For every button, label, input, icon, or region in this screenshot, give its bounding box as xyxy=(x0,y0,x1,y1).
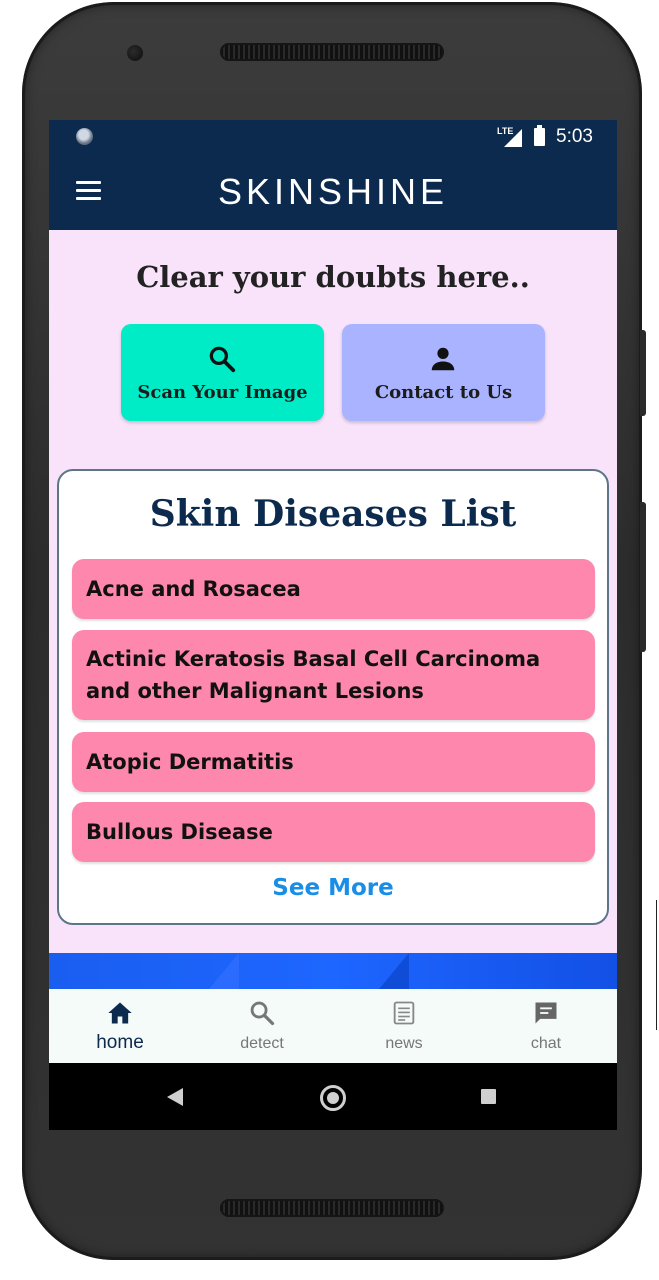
app-bar: SKINSHINE xyxy=(49,153,617,230)
home-circle-icon[interactable] xyxy=(320,1085,346,1111)
list-item[interactable]: Bullous Disease xyxy=(72,802,595,862)
see-more-link[interactable]: See More xyxy=(59,875,607,901)
home-icon xyxy=(108,1002,132,1024)
skin-diseases-card: Skin Diseases List Acne and Rosacea Acti… xyxy=(57,469,609,925)
speaker-grille-top xyxy=(220,43,444,61)
news-icon xyxy=(393,1001,415,1025)
nav-news-label: news xyxy=(385,1035,423,1052)
card-title: Skin Diseases List xyxy=(149,493,517,535)
list-item[interactable]: Actinic Keratosis Basal Cell Carcinoma a… xyxy=(72,630,595,720)
page-headline: Clear your doubts here.. xyxy=(136,260,530,294)
signal-icon xyxy=(504,129,522,147)
nav-news[interactable]: news xyxy=(333,989,475,1063)
contact-us-label: Contact to Us xyxy=(374,382,513,403)
contact-us-button[interactable]: Contact to Us xyxy=(342,324,545,421)
search-icon xyxy=(250,1001,275,1026)
battery-icon xyxy=(534,125,545,146)
nav-home[interactable]: home xyxy=(49,989,191,1063)
notification-icon xyxy=(76,128,93,145)
back-icon[interactable] xyxy=(167,1088,183,1106)
volume-button xyxy=(640,330,646,416)
nav-chat-label: chat xyxy=(530,1035,562,1052)
system-navigation-bar xyxy=(49,1063,617,1130)
status-bar: LTE 5:03 xyxy=(49,120,617,153)
nav-home-label: home xyxy=(96,1032,144,1053)
scan-image-button[interactable]: Scan Your Image xyxy=(121,324,324,421)
search-icon xyxy=(209,346,236,373)
nav-chat[interactable]: chat xyxy=(475,989,617,1063)
person-icon xyxy=(431,347,455,371)
app-screen: LTE 5:03 SKINSHINE Clear your doubts her… xyxy=(49,120,617,1130)
speaker-grille-bottom xyxy=(220,1199,444,1217)
recent-apps-icon[interactable] xyxy=(481,1089,496,1104)
banner-strip xyxy=(49,953,617,989)
chat-icon xyxy=(535,1002,557,1024)
nav-detect[interactable]: detect xyxy=(191,989,333,1063)
app-title: SKINSHINE xyxy=(217,171,449,212)
nav-detect-label: detect xyxy=(240,1035,284,1052)
list-item[interactable]: Atopic Dermatitis xyxy=(72,732,595,792)
page-edge-line xyxy=(656,900,657,1030)
power-button xyxy=(640,502,646,652)
status-time: 5:03 xyxy=(556,126,593,147)
scan-image-label: Scan Your Image xyxy=(137,382,308,403)
list-item[interactable]: Acne and Rosacea xyxy=(72,559,595,619)
front-camera xyxy=(127,45,143,61)
bottom-navigation: home detect news chat xyxy=(49,989,617,1063)
